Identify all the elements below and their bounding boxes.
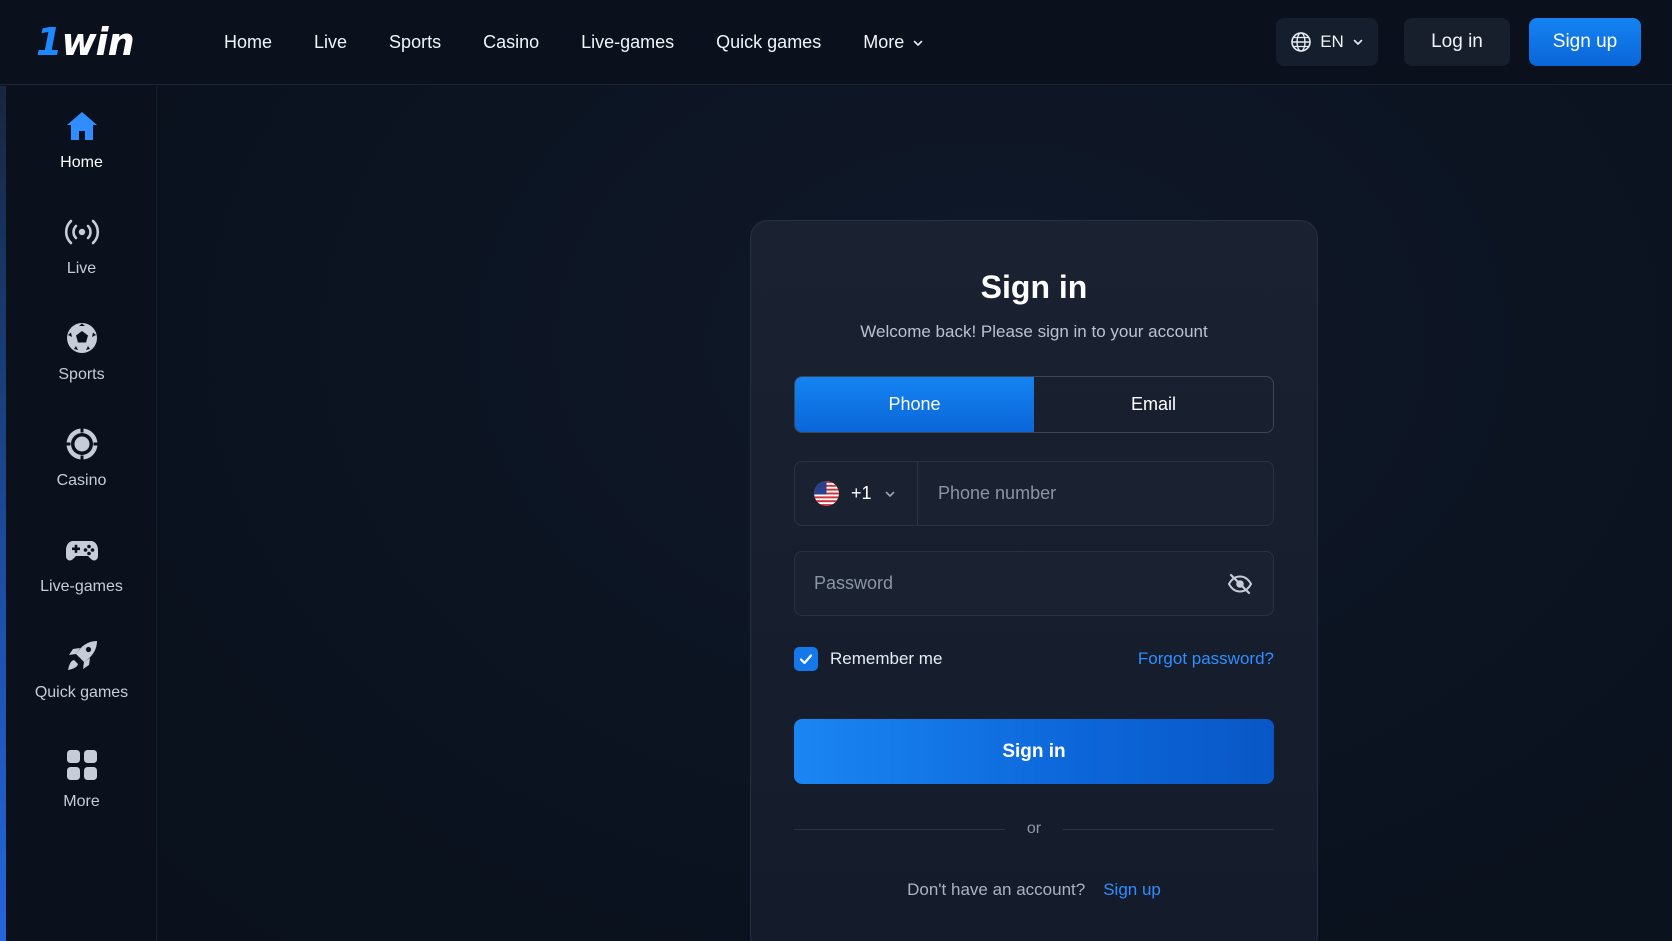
home-icon	[66, 112, 97, 140]
sidebar-item-live[interactable]: Live	[6, 214, 157, 278]
login-button[interactable]: Log in	[1404, 18, 1510, 66]
sidebar-item-label: Home	[60, 154, 103, 171]
nav-live[interactable]: Live	[314, 32, 347, 53]
nav-casino[interactable]: Casino	[483, 32, 539, 53]
logo-digit: 1	[36, 20, 62, 64]
remember-row: Remember me Forgot password?	[794, 646, 1274, 672]
sidebar-item-more[interactable]: More	[6, 747, 157, 811]
sidebar-item-casino[interactable]: Casino	[6, 426, 157, 490]
signup-button[interactable]: Sign up	[1529, 18, 1641, 66]
top-nav: Home Live Sports Casino Live-games Quick…	[224, 0, 966, 85]
sidebar-item-label: Quick games	[34, 684, 129, 701]
country-code-selector[interactable]: +1	[795, 462, 918, 525]
language-code: EN	[1320, 32, 1344, 51]
signup-prompt: Don't have an account? Sign up	[751, 880, 1317, 900]
checkmark-icon	[799, 654, 813, 665]
nav-live-games[interactable]: Live-games	[581, 32, 674, 53]
nav-home[interactable]: Home	[224, 32, 272, 53]
sidebar-item-live-games[interactable]: Live-games	[6, 532, 157, 596]
signin-card: Sign in Welcome back! Please sign in to …	[750, 220, 1318, 941]
logo-word: win	[61, 20, 134, 64]
casino-chip-icon	[65, 428, 98, 460]
eye-off-icon[interactable]	[1226, 570, 1254, 598]
phone-field: +1	[794, 461, 1274, 526]
signup-link[interactable]: Sign up	[1103, 880, 1161, 900]
broadcast-icon	[64, 219, 99, 245]
sidebar-item-label: Live	[66, 260, 97, 277]
divider-label: or	[1026, 820, 1042, 837]
tab-email[interactable]: Email	[1034, 377, 1273, 432]
signin-title: Sign in	[980, 269, 1088, 305]
globe-icon	[1291, 32, 1311, 52]
soccer-ball-icon	[66, 323, 97, 353]
tab-phone[interactable]: Phone	[795, 377, 1034, 432]
nav-more[interactable]: More	[863, 32, 924, 53]
nav-quick-games[interactable]: Quick games	[716, 32, 821, 53]
rocket-icon	[67, 641, 97, 670]
signin-submit-button[interactable]: Sign in	[794, 719, 1274, 784]
chevron-down-icon	[885, 491, 894, 497]
sidebar-item-label: Live-games	[40, 578, 123, 595]
remember-checkbox[interactable]	[794, 647, 818, 671]
remember-me[interactable]: Remember me	[794, 647, 942, 671]
chevron-down-icon	[1353, 39, 1363, 45]
forgot-password-link[interactable]: Forgot password?	[1138, 649, 1274, 669]
language-selector[interactable]: EN	[1276, 18, 1378, 66]
sidebar-item-label: More	[63, 793, 100, 810]
divider-line	[1063, 828, 1275, 830]
signin-subtitle: Welcome back! Please sign in to your acc…	[860, 322, 1208, 341]
remember-label: Remember me	[830, 649, 943, 668]
sidebar-item-label: Casino	[56, 472, 107, 489]
sidebar-item-home[interactable]: Home	[6, 108, 157, 172]
sidebar-item-sports[interactable]: Sports	[6, 320, 157, 384]
country-code: +1	[851, 483, 872, 503]
phone-number-input[interactable]	[918, 462, 1273, 525]
top-header: 1 win Home Live Sports Casino Live-games …	[0, 0, 1672, 85]
app-root: 1 win Home Live Sports Casino Live-games …	[0, 0, 1672, 941]
chevron-down-icon	[913, 40, 923, 46]
sidebar: Home Live Sports Casino Live-games Quick…	[0, 86, 157, 941]
nav-sports[interactable]: Sports	[389, 32, 441, 53]
divider-line	[794, 828, 1005, 830]
grid-icon	[66, 750, 97, 780]
password-input[interactable]	[795, 552, 1226, 615]
password-field	[794, 551, 1274, 616]
main-content: Sign in Welcome back! Please sign in to …	[158, 86, 1672, 941]
us-flag-icon	[814, 481, 839, 506]
no-account-text: Don't have an account?	[907, 880, 1086, 899]
sidebar-item-label: Sports	[58, 366, 105, 383]
login-method-tabs: Phone Email	[794, 376, 1274, 433]
nav-more-label: More	[863, 32, 905, 52]
or-divider: or	[794, 818, 1275, 840]
gamepad-icon	[65, 541, 98, 561]
sidebar-item-quick-games[interactable]: Quick games	[6, 638, 157, 702]
brand-logo[interactable]: 1 win	[36, 18, 135, 66]
